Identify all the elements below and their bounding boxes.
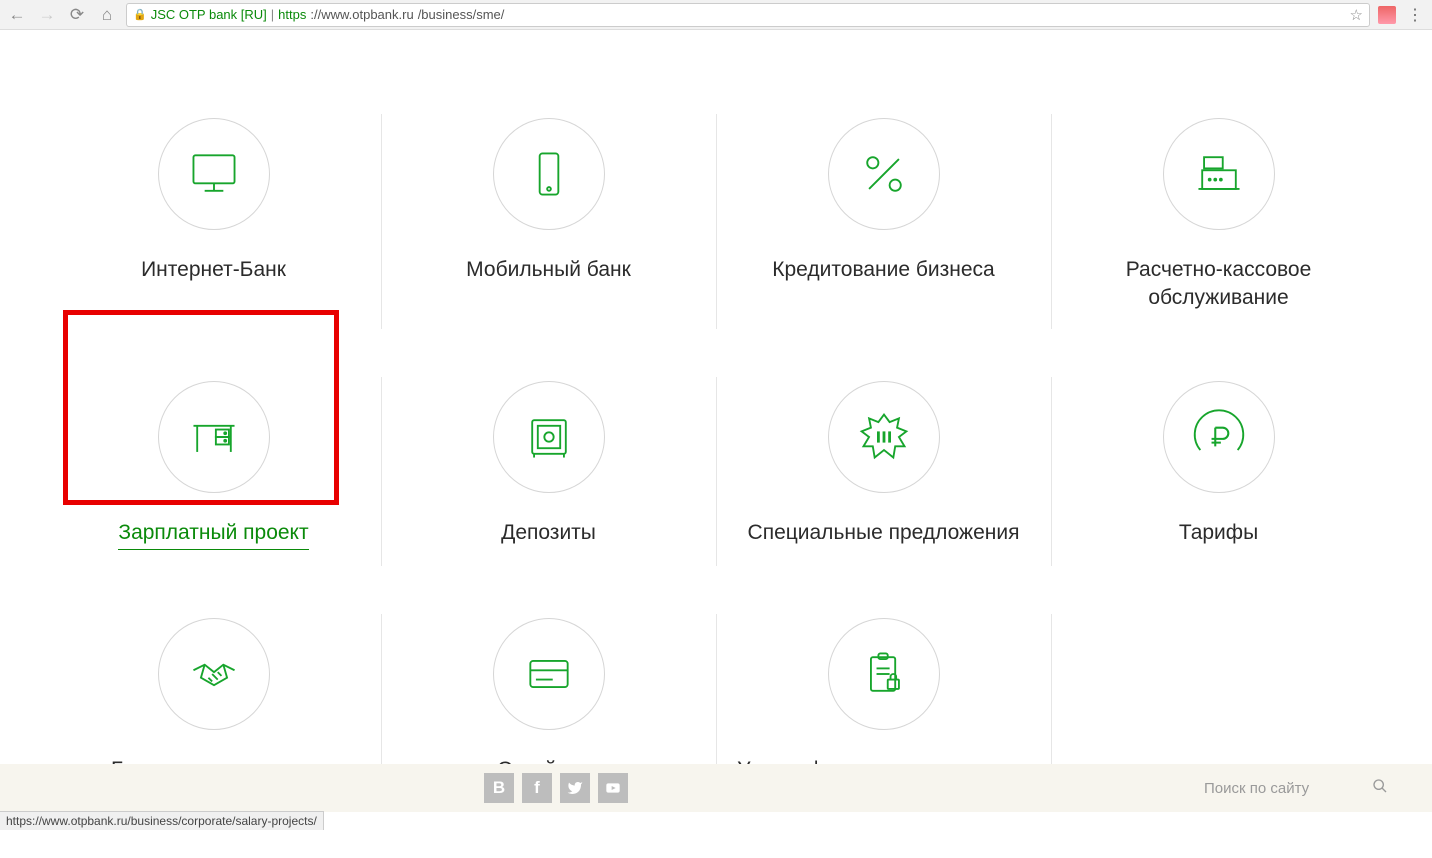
handshake-icon xyxy=(158,618,270,730)
ruble-icon xyxy=(1163,381,1275,493)
card-label: Зарплатный проект xyxy=(118,519,308,550)
clipboard-lock-icon xyxy=(828,618,940,730)
card-deposits[interactable]: Депозиты xyxy=(381,353,716,590)
address-bar[interactable]: 🔒 JSC OTP bank [RU] | https ://www.otpban… xyxy=(126,3,1370,27)
search-input[interactable] xyxy=(1204,780,1364,797)
card-mobile-bank[interactable]: Мобильный банк xyxy=(381,90,716,353)
search-icon[interactable] xyxy=(1372,778,1388,799)
page-content: Интернет-Банк Мобильный банк Кредитовани… xyxy=(0,30,1432,830)
vk-icon[interactable]: B xyxy=(484,773,514,803)
ssl-cert-label: JSC OTP bank [RU] xyxy=(151,7,267,22)
card-business-credit[interactable]: Кредитование бизнеса xyxy=(716,90,1051,353)
youtube-icon[interactable] xyxy=(598,773,628,803)
card-label: Тарифы xyxy=(1071,519,1366,547)
card-label: Мобильный банк xyxy=(401,256,696,284)
back-button[interactable]: ← xyxy=(6,4,28,26)
twitter-icon[interactable] xyxy=(560,773,590,803)
forward-button[interactable]: → xyxy=(36,4,58,26)
card-label: Кредитование бизнеса xyxy=(736,256,1031,284)
social-links: B f xyxy=(484,773,628,803)
url-scheme: https xyxy=(278,7,306,22)
card-icon xyxy=(493,618,605,730)
desk-icon xyxy=(158,381,270,493)
card-label: Депозиты xyxy=(401,519,696,547)
services-grid: Интернет-Банк Мобильный банк Кредитовани… xyxy=(46,30,1386,824)
url-path: /business/sme/ xyxy=(418,7,505,22)
card-salary-project[interactable]: Зарплатный проект xyxy=(46,353,381,590)
reload-button[interactable]: ⟳ xyxy=(66,4,88,26)
extension-icon[interactable] xyxy=(1378,6,1396,24)
status-bar-link: https://www.otpbank.ru/business/corporat… xyxy=(0,811,324,830)
bookmark-star-icon[interactable]: ☆ xyxy=(1350,6,1363,24)
url-host: ://www.otpbank.ru xyxy=(310,7,413,22)
browser-toolbar: ← → ⟳ ⌂ 🔒 JSC OTP bank [RU] | https ://ww… xyxy=(0,0,1432,30)
card-special-offers[interactable]: Специальные предложения xyxy=(716,353,1051,590)
card-internet-bank[interactable]: Интернет-Банк xyxy=(46,90,381,353)
monitor-icon xyxy=(158,118,270,230)
facebook-icon[interactable]: f xyxy=(522,773,552,803)
lock-icon: 🔒 xyxy=(133,8,147,21)
card-tariffs[interactable]: Тарифы xyxy=(1051,353,1386,590)
card-label: Интернет-Банк xyxy=(66,256,361,284)
percent-icon xyxy=(828,118,940,230)
burst-icon xyxy=(828,381,940,493)
page-footer: B f xyxy=(0,764,1432,812)
cert-separator: | xyxy=(271,7,274,22)
safe-icon xyxy=(493,381,605,493)
card-cash-service[interactable]: Расчетно-кассовое обслуживание xyxy=(1051,90,1386,353)
browser-menu-icon[interactable]: ⋮ xyxy=(1404,5,1426,25)
card-label: Специальные предложения xyxy=(736,519,1031,547)
footer-search xyxy=(1204,778,1388,799)
cash-register-icon xyxy=(1163,118,1275,230)
phone-icon xyxy=(493,118,605,230)
card-label: Расчетно-кассовое обслуживание xyxy=(1071,256,1366,313)
home-button[interactable]: ⌂ xyxy=(96,4,118,26)
